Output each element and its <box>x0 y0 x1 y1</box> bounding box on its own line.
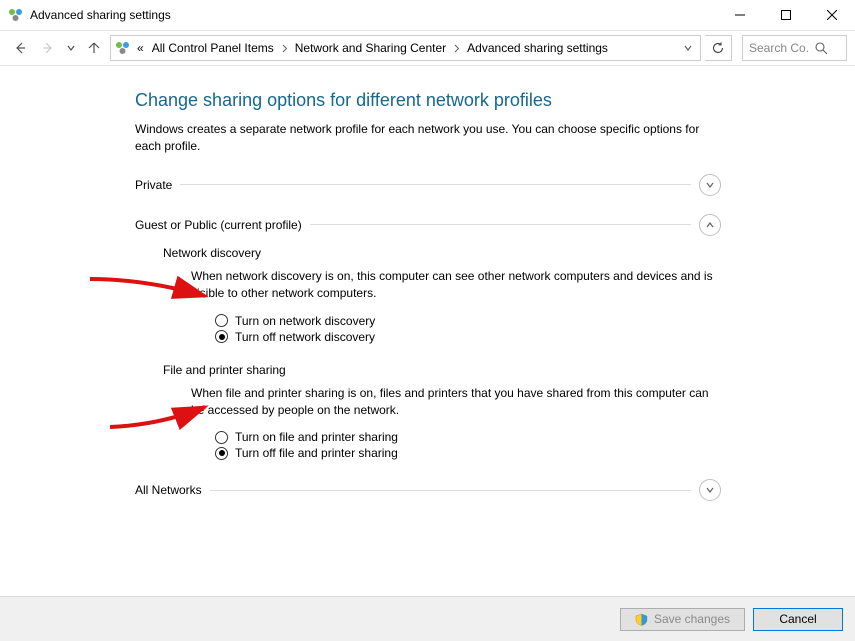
button-label: Cancel <box>779 612 816 626</box>
close-button[interactable] <box>809 0 855 30</box>
divider <box>210 490 691 491</box>
search-icon[interactable] <box>815 42 828 55</box>
radio-icon <box>215 447 228 460</box>
content-area: Change sharing options for different net… <box>0 66 855 596</box>
subsection-title: Network discovery <box>163 246 721 260</box>
cancel-button[interactable]: Cancel <box>753 608 843 631</box>
subsection-description: When file and printer sharing is on, fil… <box>191 385 721 420</box>
subsection-description: When network discovery is on, this compu… <box>191 268 721 303</box>
search-input[interactable] <box>747 40 811 56</box>
button-label: Save changes <box>654 612 730 626</box>
radio-network-discovery-off[interactable]: Turn off network discovery <box>215 329 721 345</box>
radio-group-file-printer-sharing: Turn on file and printer sharing Turn of… <box>215 429 721 461</box>
radio-label: Turn on file and printer sharing <box>235 430 398 444</box>
section-label: All Networks <box>135 483 202 497</box>
radio-file-printer-on[interactable]: Turn on file and printer sharing <box>215 429 721 445</box>
radio-label: Turn off file and printer sharing <box>235 446 398 460</box>
radio-group-network-discovery: Turn on network discovery Turn off netwo… <box>215 313 721 345</box>
section-header-guest-public[interactable]: Guest or Public (current profile) <box>135 214 721 236</box>
radio-label: Turn off network discovery <box>235 330 375 344</box>
address-dropdown-button[interactable] <box>680 37 696 59</box>
shield-icon <box>635 613 648 626</box>
radio-network-discovery-on[interactable]: Turn on network discovery <box>215 313 721 329</box>
refresh-button[interactable] <box>705 35 732 61</box>
window-title: Advanced sharing settings <box>30 8 171 22</box>
section-label: Guest or Public (current profile) <box>135 218 302 232</box>
section-header-private[interactable]: Private <box>135 174 721 196</box>
breadcrumb-overflow[interactable]: « <box>135 41 146 55</box>
back-button[interactable] <box>8 36 32 60</box>
bottom-bar: Save changes Cancel <box>0 596 855 641</box>
navbar: « All Control Panel Items Network and Sh… <box>0 30 855 66</box>
chevron-right-icon[interactable] <box>280 44 289 53</box>
breadcrumb[interactable]: Advanced sharing settings <box>465 41 610 55</box>
breadcrumb[interactable]: All Control Panel Items <box>150 41 276 55</box>
maximize-button[interactable] <box>763 0 809 30</box>
search-box[interactable] <box>742 35 847 61</box>
breadcrumb[interactable]: Network and Sharing Center <box>293 41 448 55</box>
radio-icon <box>215 314 228 327</box>
radio-label: Turn on network discovery <box>235 314 375 328</box>
forward-button[interactable] <box>36 36 60 60</box>
minimize-button[interactable] <box>717 0 763 30</box>
address-bar[interactable]: « All Control Panel Items Network and Sh… <box>110 35 701 61</box>
collapse-button[interactable] <box>699 214 721 236</box>
divider <box>180 184 691 185</box>
recent-locations-button[interactable] <box>64 36 78 60</box>
radio-file-printer-off[interactable]: Turn off file and printer sharing <box>215 445 721 461</box>
control-panel-icon <box>115 40 131 56</box>
subsection-title: File and printer sharing <box>163 363 721 377</box>
divider <box>310 224 691 225</box>
page-title: Change sharing options for different net… <box>135 90 721 111</box>
expand-button[interactable] <box>699 479 721 501</box>
up-button[interactable] <box>82 36 106 60</box>
radio-icon <box>215 431 228 444</box>
radio-icon <box>215 330 228 343</box>
expand-button[interactable] <box>699 174 721 196</box>
section-header-all-networks[interactable]: All Networks <box>135 479 721 501</box>
save-changes-button[interactable]: Save changes <box>620 608 745 631</box>
control-panel-icon <box>8 7 24 23</box>
section-label: Private <box>135 178 172 192</box>
titlebar: Advanced sharing settings <box>0 0 855 30</box>
chevron-right-icon[interactable] <box>452 44 461 53</box>
page-subtitle: Windows creates a separate network profi… <box>135 121 721 156</box>
